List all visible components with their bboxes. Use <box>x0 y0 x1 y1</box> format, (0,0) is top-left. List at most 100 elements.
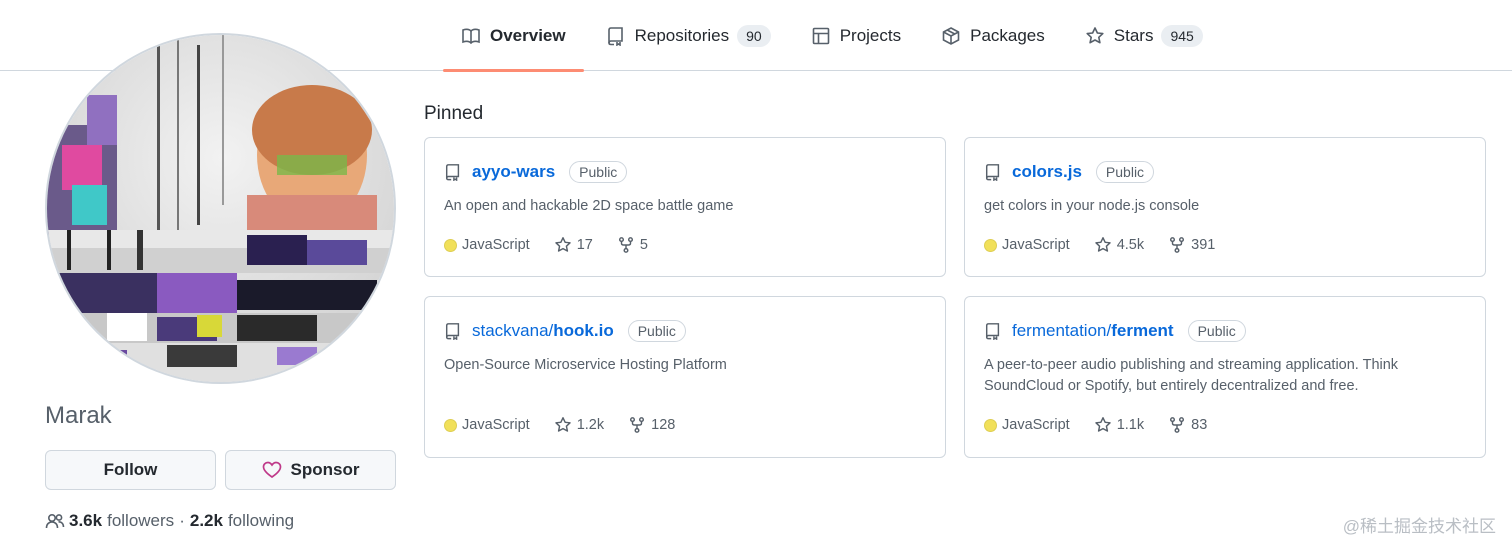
repo-owner: fermentation/ <box>1012 321 1112 340</box>
following-label: following <box>227 511 295 530</box>
repo-language: JavaScript <box>984 237 1070 253</box>
followers-link[interactable]: 3.6k followers <box>69 511 174 531</box>
following-link[interactable]: 2.2k following <box>190 511 294 531</box>
repo-forks-link[interactable]: 128 <box>628 416 675 434</box>
repo-meta: JavaScript 17 5 <box>444 236 672 254</box>
sponsor-label: Sponsor <box>290 460 360 479</box>
tab-overview[interactable]: Overview <box>443 0 584 72</box>
repo-language: JavaScript <box>984 417 1070 433</box>
repo-name: hook.io <box>553 321 614 340</box>
tab-packages[interactable]: Packages <box>923 0 1063 71</box>
package-icon <box>942 26 960 45</box>
fork-count: 5 <box>639 237 648 253</box>
repo-meta: JavaScript 1.2k 128 <box>444 416 699 434</box>
star-icon <box>1094 237 1111 252</box>
repo-icon <box>607 26 623 46</box>
follow-stats: 3.6k followers · 2.2k following <box>45 511 294 531</box>
pinned-repo-card: colors.js Public get colors in your node… <box>964 137 1486 277</box>
repo-link[interactable]: stackvana/hook.io <box>472 321 614 341</box>
language-color-dot <box>444 238 457 252</box>
repo-icon <box>985 323 1000 340</box>
star-icon <box>1086 26 1104 43</box>
fork-count: 83 <box>1191 417 1208 433</box>
star-icon <box>554 237 571 252</box>
repo-link[interactable]: colors.js <box>1012 162 1082 182</box>
visibility-badge: Public <box>1187 320 1246 342</box>
table-icon <box>812 27 829 44</box>
tab-stars[interactable]: Stars 945 <box>1067 0 1221 71</box>
followers-count: 3.6k <box>69 511 103 530</box>
followers-label: followers <box>107 511 175 530</box>
pinned-repo-card: ayyo-wars Public An open and hackable 2D… <box>424 137 946 277</box>
heart-icon <box>262 461 281 479</box>
avatar[interactable] <box>45 33 396 384</box>
card-header: ayyo-wars Public <box>444 161 628 183</box>
repo-link[interactable]: fermentation/ferment <box>1012 321 1174 341</box>
repo-icon <box>445 164 460 181</box>
fork-count: 128 <box>651 417 676 433</box>
tab-list: Overview Repositories 90 Projects Packag… <box>443 0 1225 72</box>
repo-name: ferment <box>1111 321 1174 340</box>
repo-owner: stackvana/ <box>472 321 554 340</box>
visibility-badge: Public <box>627 320 686 342</box>
repo-meta: JavaScript 4.5k 391 <box>984 236 1239 254</box>
repo-stars-link[interactable]: 1.2k <box>554 416 604 434</box>
sponsor-button[interactable]: Sponsor <box>225 450 396 490</box>
tab-projects-label: Projects <box>839 25 902 45</box>
tab-repositories[interactable]: Repositories 90 <box>588 0 789 71</box>
repo-forks-link[interactable]: 83 <box>1168 416 1207 434</box>
fork-icon <box>1170 417 1185 433</box>
star-count: 4.5k <box>1116 237 1145 253</box>
tab-packages-label: Packages <box>970 25 1045 45</box>
language-name: JavaScript <box>462 237 530 253</box>
language-color-dot <box>984 238 997 252</box>
repo-icon <box>445 323 460 340</box>
following-count: 2.2k <box>189 511 223 530</box>
card-header: colors.js Public <box>984 161 1155 183</box>
star-icon <box>554 417 571 432</box>
tab-stars-label: Stars <box>1113 25 1154 45</box>
star-count: 17 <box>576 237 593 253</box>
visibility-badge: Public <box>1095 161 1155 183</box>
repo-stars-link[interactable]: 1.1k <box>1094 416 1144 434</box>
people-icon <box>45 513 65 529</box>
repositories-count-badge: 90 <box>737 24 771 47</box>
language-name: JavaScript <box>462 417 530 433</box>
repo-stars-link[interactable]: 17 <box>554 236 593 254</box>
language-name: JavaScript <box>1002 237 1070 253</box>
repo-description: get colors in your node.js console <box>984 198 1200 214</box>
pinned-repo-card: fermentation/ferment Public A peer-to-pe… <box>964 296 1486 458</box>
repo-meta: JavaScript 1.1k 83 <box>984 416 1231 434</box>
repo-language: JavaScript <box>444 237 530 253</box>
repo-icon <box>985 164 1000 181</box>
repo-stars-link[interactable]: 4.5k <box>1094 236 1144 254</box>
repo-description: An open and hackable 2D space battle gam… <box>444 198 734 214</box>
repo-forks-link[interactable]: 391 <box>1168 236 1215 254</box>
tab-projects[interactable]: Projects <box>793 0 919 71</box>
tab-repositories-label: Repositories <box>634 25 730 45</box>
language-name: JavaScript <box>1002 417 1070 433</box>
tab-overview-label: Overview <box>490 25 566 45</box>
avatar-glitch-image <box>47 35 394 382</box>
star-count: 1.2k <box>576 417 605 433</box>
language-color-dot <box>444 418 457 432</box>
repo-description: A peer-to-peer audio publishing and stre… <box>984 357 1399 394</box>
fork-icon <box>630 417 645 433</box>
repo-link[interactable]: ayyo-wars <box>472 162 555 182</box>
pinned-heading: Pinned <box>424 103 484 124</box>
profile-name: Marak <box>45 402 112 429</box>
follow-separator: · <box>179 511 185 530</box>
repo-language: JavaScript <box>444 417 530 433</box>
fork-icon <box>1170 237 1185 253</box>
fork-count: 391 <box>1191 237 1216 253</box>
repo-description: Open-Source Microservice Hosting Platfor… <box>444 357 727 373</box>
star-icon <box>1094 417 1111 432</box>
repo-name: ayyo-wars <box>472 162 556 181</box>
watermark: @稀土掘金技术社区 <box>1342 517 1496 536</box>
card-header: fermentation/ferment Public <box>984 320 1246 342</box>
language-color-dot <box>984 418 997 432</box>
follow-button[interactable]: Follow <box>45 450 216 490</box>
fork-icon <box>618 237 633 253</box>
visibility-badge: Public <box>569 161 628 183</box>
repo-forks-link[interactable]: 5 <box>617 236 648 254</box>
